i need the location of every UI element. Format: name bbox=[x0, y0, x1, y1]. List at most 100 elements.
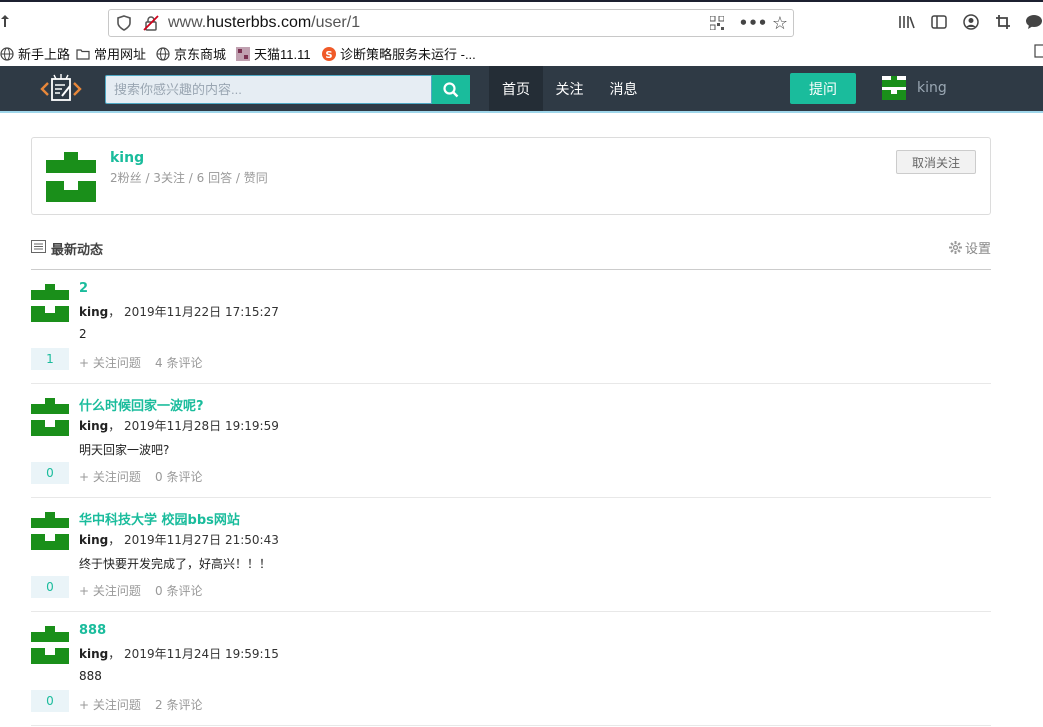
site-logo-icon[interactable] bbox=[40, 74, 82, 104]
item-meta: king， 2019年11月22日 17:15:27 bbox=[79, 303, 279, 320]
site-navbar: 首页 关注 消息 提问 king bbox=[0, 66, 1043, 113]
bookmark-overflow[interactable] bbox=[1033, 44, 1043, 58]
search-icon bbox=[443, 81, 459, 97]
item-avatar[interactable] bbox=[31, 398, 69, 436]
item-content: 888 bbox=[79, 669, 102, 683]
profile-avatar[interactable] bbox=[46, 152, 96, 202]
search-input[interactable] bbox=[106, 76, 432, 103]
url-path: /user/1 bbox=[311, 14, 361, 31]
bookmark-label: 常用网址 bbox=[94, 47, 147, 62]
user-avatar[interactable] bbox=[882, 76, 906, 100]
insecure-lock-icon[interactable] bbox=[143, 15, 159, 31]
sogou-icon: S bbox=[322, 46, 336, 61]
item-author[interactable]: king bbox=[79, 419, 108, 433]
bookmark-item[interactable]: 新手上路 bbox=[0, 44, 70, 63]
follow-question-link[interactable]: + 关注问题 bbox=[79, 354, 141, 371]
browser-toolbar: www.husterbbs.com/user/1 ••• ☆ bbox=[0, 0, 1043, 40]
feed-header: 最新动态 设置 bbox=[31, 232, 991, 270]
bookmark-label: 诊断策略服务未运行 -... bbox=[340, 47, 476, 62]
item-avatar[interactable] bbox=[31, 626, 69, 664]
reload-icon[interactable] bbox=[0, 14, 10, 28]
shield-icon[interactable] bbox=[116, 15, 132, 31]
news-list-icon bbox=[31, 240, 46, 253]
page-icon bbox=[1034, 44, 1043, 58]
question-title-link[interactable]: 华中科技大学 校园bbs网站 bbox=[79, 509, 240, 528]
bookmark-label: 新手上路 bbox=[18, 47, 71, 62]
qr-code-icon[interactable] bbox=[709, 15, 725, 31]
bookmark-star-icon[interactable]: ☆ bbox=[770, 13, 790, 34]
bookmark-item[interactable]: 京东商城 bbox=[156, 44, 226, 63]
item-time: ， 2019年11月27日 21:50:43 bbox=[108, 533, 279, 547]
feed-item: 华中科技大学 校园bbs网站 king， 2019年11月27日 21:50:4… bbox=[31, 498, 991, 612]
ask-question-button[interactable]: 提问 bbox=[790, 73, 856, 104]
item-meta: king， 2019年11月28日 19:19:59 bbox=[79, 417, 279, 434]
follow-question-link[interactable]: + 关注问题 bbox=[79, 468, 141, 485]
follow-question-link[interactable]: + 关注问题 bbox=[79, 582, 141, 599]
sidebar-icon[interactable] bbox=[930, 13, 948, 31]
feed-settings[interactable]: 设置 bbox=[948, 238, 991, 257]
library-icon[interactable] bbox=[898, 13, 916, 31]
tmall-icon bbox=[236, 46, 250, 61]
bookmark-label: 天猫11.11 bbox=[254, 47, 311, 62]
account-icon[interactable] bbox=[962, 13, 980, 31]
nav-messages[interactable]: 消息 bbox=[596, 66, 651, 111]
vote-count[interactable]: 1 bbox=[31, 348, 69, 370]
vote-count[interactable]: 0 bbox=[31, 462, 69, 484]
profile-stats: 2粉丝 / 3关注 / 6 回答 / 赞同 bbox=[110, 171, 268, 185]
profile-card: king 2粉丝 / 3关注 / 6 回答 / 赞同 取消关注 bbox=[31, 137, 991, 215]
comments-link[interactable]: 0 条评论 bbox=[155, 582, 202, 599]
comments-link[interactable]: 4 条评论 bbox=[155, 354, 202, 371]
gear-icon bbox=[948, 241, 962, 254]
bookmarks-bar: 新手上路 常用网址 京东商城 天猫11.11 S 诊断策略服务未运行 -... bbox=[0, 40, 1043, 67]
nav-home[interactable]: 首页 bbox=[489, 66, 543, 111]
chat-bubble-icon[interactable] bbox=[1024, 13, 1043, 31]
url-prefix: www. bbox=[168, 14, 207, 31]
bookmark-item[interactable]: 常用网址 bbox=[76, 44, 146, 63]
feed-item: 什么时候回家一波呢? king， 2019年11月28日 19:19:59 明天… bbox=[31, 384, 991, 498]
search-box bbox=[105, 75, 432, 104]
globe-icon bbox=[156, 46, 170, 61]
screenshot-crop-icon[interactable] bbox=[994, 13, 1012, 31]
nav-username[interactable]: king bbox=[917, 80, 947, 96]
item-time: ， 2019年11月22日 17:15:27 bbox=[108, 305, 279, 319]
more-actions-icon[interactable]: ••• bbox=[739, 13, 768, 33]
bookmark-label: 京东商城 bbox=[174, 47, 227, 62]
item-avatar[interactable] bbox=[31, 284, 69, 322]
item-content: 2 bbox=[79, 327, 87, 341]
url-text[interactable]: www.husterbbs.com/user/1 bbox=[168, 14, 360, 32]
item-content: 明天回家一波吧? bbox=[79, 443, 170, 457]
item-avatar[interactable] bbox=[31, 512, 69, 550]
svg-text:S: S bbox=[325, 50, 332, 61]
comments-link[interactable]: 0 条评论 bbox=[155, 468, 202, 485]
item-author[interactable]: king bbox=[79, 647, 108, 661]
question-title-link[interactable]: 什么时候回家一波呢? bbox=[79, 395, 204, 414]
question-title-link[interactable]: 2 bbox=[79, 281, 88, 296]
item-author[interactable]: king bbox=[79, 305, 108, 319]
profile-name[interactable]: king bbox=[110, 150, 144, 166]
address-bar[interactable]: www.husterbbs.com/user/1 ••• ☆ bbox=[108, 9, 794, 37]
nav-follow[interactable]: 关注 bbox=[543, 66, 596, 111]
unfollow-button[interactable]: 取消关注 bbox=[896, 150, 976, 174]
item-meta: king， 2019年11月24日 19:59:15 bbox=[79, 645, 279, 662]
item-content: 终于快要开发完成了，好高兴！！！ bbox=[79, 557, 272, 571]
folder-icon bbox=[76, 48, 90, 60]
bookmark-item[interactable]: S 诊断策略服务未运行 -... bbox=[322, 44, 476, 63]
settings-label: 设置 bbox=[964, 242, 991, 257]
tab-strip-edge bbox=[0, 0, 1043, 2]
feed-item: 888 king， 2019年11月24日 19:59:15 888 0 + 关… bbox=[31, 612, 991, 726]
item-time: ， 2019年11月28日 19:19:59 bbox=[108, 419, 279, 433]
search-button[interactable] bbox=[432, 75, 470, 104]
question-title-link[interactable]: 888 bbox=[79, 623, 106, 638]
follow-question-link[interactable]: + 关注问题 bbox=[79, 696, 141, 713]
globe-icon bbox=[0, 46, 14, 61]
item-meta: king， 2019年11月27日 21:50:43 bbox=[79, 531, 279, 548]
bookmark-item[interactable]: 天猫11.11 bbox=[236, 44, 311, 63]
url-domain: husterbbs.com bbox=[206, 14, 312, 31]
vote-count[interactable]: 0 bbox=[31, 576, 69, 598]
feed-title: 最新动态 bbox=[51, 243, 104, 258]
feed-item: 2 king， 2019年11月22日 17:15:27 2 1 + 关注问题 … bbox=[31, 270, 991, 384]
vote-count[interactable]: 0 bbox=[31, 690, 69, 712]
item-time: ， 2019年11月24日 19:59:15 bbox=[108, 647, 279, 661]
comments-link[interactable]: 2 条评论 bbox=[155, 696, 202, 713]
item-author[interactable]: king bbox=[79, 533, 108, 547]
